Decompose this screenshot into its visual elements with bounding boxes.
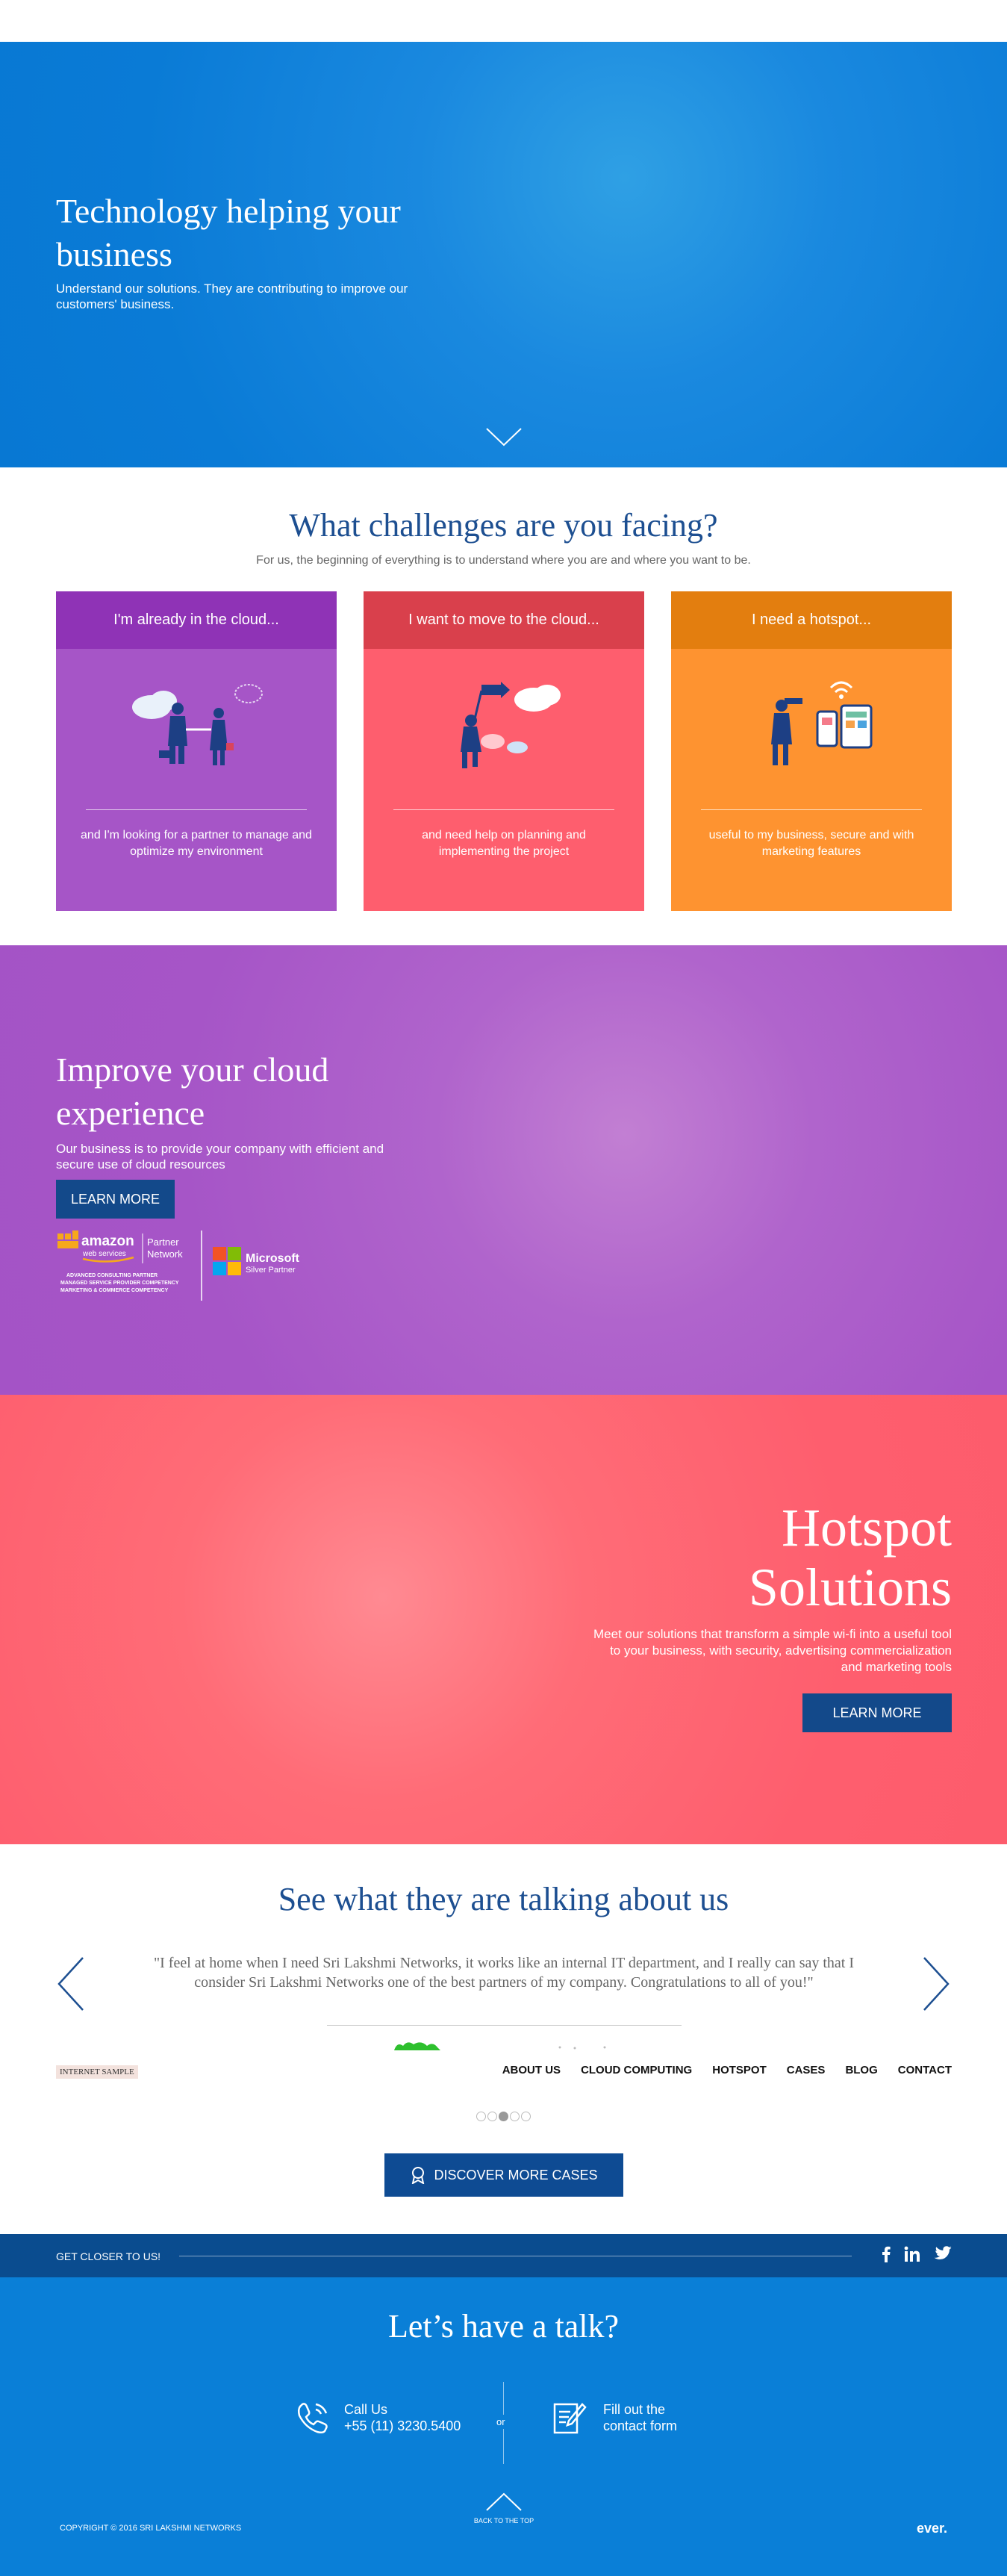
cloud-subtitle: Our business is to provide your company … <box>56 1142 384 1172</box>
aws-line: MANAGED SERVICE PROVIDER COMPETENCY <box>60 1281 179 1286</box>
form-text: Fill out the contact form <box>603 2401 677 2434</box>
card-move-to-cloud[interactable]: I want to move to the cloud... and need … <box>364 591 644 911</box>
embedded-site-nav: ABOUT US CLOUD COMPUTING HOTSPOT CASES B… <box>502 2064 952 2076</box>
aws-subtitle: web services <box>82 1250 126 1258</box>
contact-options: Call Us +55 (11) 3230.5400 or Fill out t… <box>0 2382 1007 2464</box>
aws-line: ADVANCED CONSULTING PARTNER <box>66 1273 158 1278</box>
aws-wordmark: amazon <box>81 1233 134 1249</box>
form-edit-icon <box>553 2403 587 2434</box>
hotspot-learn-more-button[interactable]: LEARN MORE <box>802 1693 952 1732</box>
facebook-icon[interactable] <box>882 2246 891 2266</box>
contact-form-link[interactable]: Fill out the contact form <box>552 2400 677 2436</box>
form-line2: contact form <box>603 2418 678 2433</box>
footer-title: Let’s have a talk? <box>387 2308 620 2345</box>
phone-icon <box>297 2403 328 2434</box>
copyright: COPYRIGHT © 2016 SRI LAKSHMI NETWORKS <box>60 2524 242 2533</box>
back-to-top-label: BACK TO THE TOP <box>473 2517 534 2524</box>
call-label: Call Us <box>344 2402 388 2417</box>
hero-text: Technology helping your business Underst… <box>56 190 444 312</box>
card-divider <box>86 809 307 810</box>
challenges-section: What challenges are you facing? For us, … <box>0 467 1007 945</box>
card-text: and I'm looking for a partner to manage … <box>81 829 312 858</box>
linkedin-icon[interactable] <box>904 2246 920 2266</box>
hotspot-title-line2: Solutions <box>748 1558 952 1617</box>
card-need-hotspot[interactable]: I need a hotspot... useful to my busines… <box>671 591 952 911</box>
nav-cloud-computing[interactable]: CLOUD COMPUTING <box>581 2064 692 2076</box>
partner-logos: amazon web services Partner Network ADVA… <box>56 1229 325 1304</box>
card-divider <box>393 809 614 810</box>
form-line1: Fill out the <box>603 2402 666 2417</box>
carousel-dot[interactable] <box>510 2112 520 2121</box>
ms-wordmark: Microsoft <box>246 1252 300 1265</box>
carousel-dot[interactable] <box>476 2112 486 2121</box>
aws-partner-logo: amazon web services Partner Network ADVA… <box>57 1231 300 1301</box>
hotspot-subtitle: Meet our solutions that transform a simp… <box>593 1627 952 1674</box>
nav-blog[interactable]: BLOG <box>845 2064 877 2076</box>
chevron-down-icon[interactable] <box>485 426 523 448</box>
testimonials-section: See what they are talking about us "I fe… <box>0 1844 1007 2234</box>
card-already-in-cloud[interactable]: I'm already in the cloud... and I'm look… <box>56 591 337 911</box>
cloud-text: Improve your cloud experience Our busine… <box>56 1048 444 1219</box>
carousel-dots <box>476 2112 531 2121</box>
chevron-left-icon[interactable] <box>56 1956 86 2012</box>
carousel-dot-active[interactable] <box>499 2112 508 2121</box>
aws-partner-word: Partner <box>147 1236 179 1248</box>
get-closer-label: GET CLOSER TO US! <box>56 2250 161 2262</box>
handshake-illustration <box>56 649 337 798</box>
client-logo-image <box>394 2042 606 2050</box>
carousel-dot[interactable] <box>487 2112 497 2121</box>
discover-more-cases-label: DISCOVER MORE CASES <box>434 2167 598 2183</box>
challenges-title: What challenges are you facing? <box>289 507 718 544</box>
carousel-dot[interactable] <box>521 2112 531 2121</box>
discover-more-cases-button[interactable]: DISCOVER MORE CASES <box>384 2153 623 2197</box>
hotspot-illustration <box>671 649 952 798</box>
or-label: or <box>496 2415 505 2429</box>
card-divider <box>701 809 922 810</box>
award-ribbon-icon <box>412 2167 425 2184</box>
nav-hotspot[interactable]: HOTSPOT <box>712 2064 767 2076</box>
hero-subtitle: Understand our solutions. They are contr… <box>56 281 408 311</box>
testimonial-divider <box>327 2025 682 2026</box>
ms-partner-text: Silver Partner <box>246 1266 296 1275</box>
chevron-right-icon[interactable] <box>921 1956 951 2012</box>
get-closer-bar: GET CLOSER TO US! <box>0 2234 1007 2277</box>
card-heading: I need a hotspot... <box>671 591 952 649</box>
twitter-icon[interactable] <box>934 2246 952 2266</box>
hotspot-title: Hotspot Solutions <box>564 1498 952 1617</box>
chevron-up-icon <box>486 2492 522 2511</box>
call-us-link[interactable]: Call Us +55 (11) 3230.5400 <box>295 2400 461 2436</box>
aws-network-word: Network <box>147 1248 183 1260</box>
testimonials-title: See what they are talking about us <box>278 1881 729 1917</box>
social-links <box>882 2246 952 2266</box>
card-heading: I want to move to the cloud... <box>364 591 644 649</box>
top-strip <box>0 0 1007 42</box>
hotspot-text: Hotspot Solutions Meet our solutions tha… <box>564 1498 952 1676</box>
nav-about-us[interactable]: ABOUT US <box>502 2064 561 2076</box>
hero-section: Technology helping your business Underst… <box>0 42 1007 467</box>
card-text: and need help on planning and implementi… <box>422 829 586 858</box>
call-text: Call Us +55 (11) 3230.5400 <box>344 2401 461 2434</box>
challenges-subtitle: For us, the beginning of everything is t… <box>256 554 751 567</box>
cloud-section: Improve your cloud experience Our busine… <box>0 945 1007 1395</box>
ever-brand-logo[interactable]: ever. <box>917 2521 947 2536</box>
cloud-title: Improve your cloud experience <box>56 1051 329 1132</box>
testimonial-quote: "I feel at home when I need Sri Lakshmi … <box>153 1955 855 1991</box>
internet-sample-badge: INTERNET SAMPLE <box>56 2065 138 2079</box>
hero-title: Technology helping your business <box>56 192 401 273</box>
aws-line: MARKETING & COMMERCE COMPETENCY <box>60 1288 169 1293</box>
footer: Let’s have a talk? Call Us +55 (11) 3230… <box>0 2277 1007 2576</box>
card-heading: I'm already in the cloud... <box>56 591 337 649</box>
cloud-learn-more-button[interactable]: LEARN MORE <box>56 1180 175 1219</box>
call-number: +55 (11) 3230.5400 <box>344 2418 461 2433</box>
back-to-top-button[interactable]: BACK TO THE TOP <box>467 2492 541 2524</box>
card-text: useful to my business, secure and with m… <box>708 829 914 858</box>
flying-man-illustration <box>364 649 644 798</box>
nav-cases[interactable]: CASES <box>787 2064 826 2076</box>
nav-contact[interactable]: CONTACT <box>898 2064 952 2076</box>
hotspot-section: Hotspot Solutions Meet our solutions tha… <box>0 1395 1007 1844</box>
hotspot-title-line1: Hotspot <box>781 1498 952 1558</box>
